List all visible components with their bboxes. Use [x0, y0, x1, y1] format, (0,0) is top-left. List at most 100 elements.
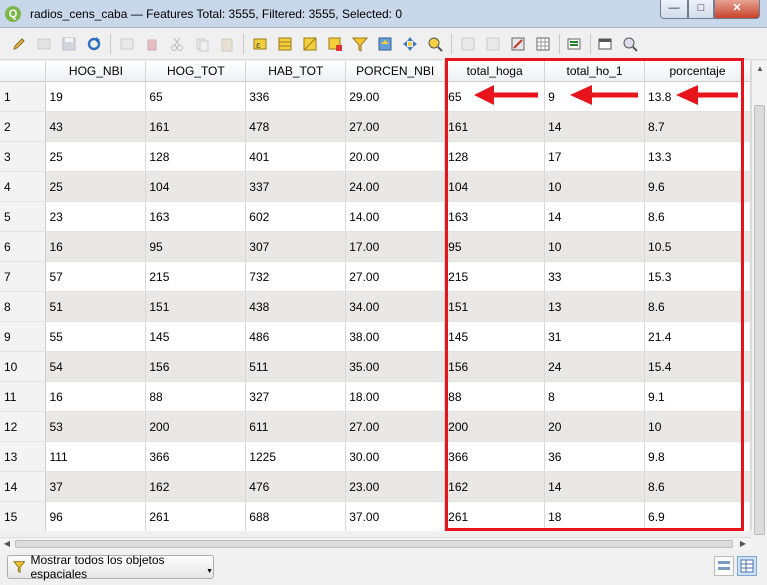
column-header[interactable]: HOG_TOT	[145, 61, 247, 82]
table-cell[interactable]: 145	[145, 321, 247, 352]
table-cell[interactable]: 17.00	[345, 231, 446, 262]
invert-selection-icon[interactable]	[301, 35, 319, 53]
table-cell[interactable]: 55	[45, 321, 147, 352]
table-cell[interactable]: 8.6	[644, 291, 751, 322]
table-row[interactable]: 11 16 88 327 18.00 88 8 9.1	[0, 381, 751, 412]
row-number[interactable]: 11	[0, 381, 47, 412]
conditional-formatting-icon[interactable]	[534, 35, 552, 53]
table-cell[interactable]: 27.00	[345, 411, 446, 442]
field-calculator-icon[interactable]	[509, 35, 527, 53]
table-cell[interactable]: 8	[544, 381, 646, 412]
deselect-icon[interactable]	[326, 35, 344, 53]
table-cell[interactable]: 19	[45, 81, 147, 112]
table-cell[interactable]: 95	[444, 231, 546, 262]
table-cell[interactable]: 161	[444, 111, 546, 142]
table-cell[interactable]: 151	[145, 291, 247, 322]
table-cell[interactable]: 161	[145, 111, 247, 142]
delete-icon[interactable]	[143, 35, 161, 53]
table-cell[interactable]: 111	[45, 441, 147, 472]
reload-icon[interactable]	[85, 35, 103, 53]
table-cell[interactable]: 96	[45, 501, 147, 531]
table-row[interactable]: 8 51 151 438 34.00 151 13 8.6	[0, 291, 751, 322]
table-cell[interactable]: 16	[45, 231, 147, 262]
table-cell[interactable]: 25	[45, 141, 147, 172]
table-cell[interactable]: 88	[444, 381, 546, 412]
table-cell[interactable]: 602	[245, 201, 347, 232]
table-cell[interactable]: 366	[145, 441, 247, 472]
row-number[interactable]: 8	[0, 291, 47, 322]
table-cell[interactable]: 23	[45, 201, 147, 232]
delete-field-icon[interactable]	[484, 35, 502, 53]
table-cell[interactable]: 15.4	[644, 351, 751, 382]
row-number[interactable]: 15	[0, 501, 47, 531]
row-number[interactable]: 9	[0, 321, 47, 352]
scroll-right-arrow-icon[interactable]: ▶	[736, 538, 750, 550]
form-view-icon[interactable]	[714, 556, 734, 576]
table-cell[interactable]: 18	[544, 501, 646, 531]
table-row[interactable]: 2 43 161 478 27.00 161 14 8.7	[0, 111, 751, 142]
table-row[interactable]: 6 16 95 307 17.00 95 10 10.5	[0, 231, 751, 262]
table-cell[interactable]: 336	[245, 81, 347, 112]
zoom-to-selected-icon[interactable]	[426, 35, 444, 53]
table-cell[interactable]: 128	[145, 141, 247, 172]
row-number[interactable]: 3	[0, 141, 47, 172]
add-feature-icon[interactable]	[118, 35, 136, 53]
table-cell[interactable]: 732	[245, 261, 347, 292]
table-cell[interactable]: 13.8	[644, 81, 751, 112]
new-field-icon[interactable]	[459, 35, 477, 53]
table-cell[interactable]: 14	[544, 111, 646, 142]
row-number[interactable]: 10	[0, 351, 47, 382]
table-cell[interactable]: 36	[544, 441, 646, 472]
attribute-table-grid[interactable]: HOG_NBI HOG_TOT HAB_TOT PORCEN_NBI total…	[0, 61, 751, 531]
show-features-filter-button[interactable]: Mostrar todos los objetos espaciales ▼	[7, 553, 214, 581]
table-cell[interactable]: 9.8	[644, 441, 751, 472]
pencil-icon[interactable]	[10, 35, 28, 53]
table-cell[interactable]: 14.00	[345, 201, 446, 232]
organize-columns-icon[interactable]	[621, 35, 639, 53]
table-cell[interactable]: 8.6	[644, 201, 751, 232]
table-cell[interactable]: 162	[145, 471, 247, 502]
table-cell[interactable]: 1225	[245, 441, 347, 472]
table-cell[interactable]: 27.00	[345, 111, 446, 142]
table-cell[interactable]: 8.6	[644, 471, 751, 502]
table-cell[interactable]: 9	[544, 81, 646, 112]
table-cell[interactable]: 23.00	[345, 471, 446, 502]
table-cell[interactable]: 511	[245, 351, 347, 382]
table-cell[interactable]: 43	[45, 111, 147, 142]
table-cell[interactable]: 88	[145, 381, 247, 412]
expression-select-icon[interactable]: ε	[251, 35, 269, 53]
table-cell[interactable]: 21.4	[644, 321, 751, 352]
table-cell[interactable]: 151	[444, 291, 546, 322]
save-icon[interactable]	[60, 35, 78, 53]
table-cell[interactable]: 53	[45, 411, 147, 442]
table-cell[interactable]: 478	[245, 111, 347, 142]
table-cell[interactable]: 104	[145, 171, 247, 202]
row-number[interactable]: 14	[0, 471, 47, 502]
table-cell[interactable]: 156	[444, 351, 546, 382]
table-cell[interactable]: 35.00	[345, 351, 446, 382]
dock-icon[interactable]	[596, 35, 614, 53]
table-cell[interactable]: 200	[444, 411, 546, 442]
table-cell[interactable]: 337	[245, 171, 347, 202]
table-row[interactable]: 13 111 366 1225 30.00 366 36 9.8	[0, 441, 751, 472]
table-cell[interactable]: 37	[45, 471, 147, 502]
scroll-left-arrow-icon[interactable]: ◀	[0, 538, 14, 550]
table-row[interactable]: 7 57 215 732 27.00 215 33 15.3	[0, 261, 751, 292]
table-cell[interactable]: 38.00	[345, 321, 446, 352]
row-number[interactable]: 6	[0, 231, 47, 262]
table-row[interactable]: 4 25 104 337 24.00 104 10 9.6	[0, 171, 751, 202]
table-row[interactable]: 15 96 261 688 37.00 261 18 6.9	[0, 501, 751, 531]
row-number[interactable]: 2	[0, 111, 47, 142]
table-cell[interactable]: 200	[145, 411, 247, 442]
table-cell[interactable]: 25	[45, 171, 147, 202]
table-cell[interactable]: 476	[245, 471, 347, 502]
table-cell[interactable]: 34.00	[345, 291, 446, 322]
table-cell[interactable]: 10	[544, 171, 646, 202]
table-cell[interactable]: 104	[444, 171, 546, 202]
move-to-top-icon[interactable]	[376, 35, 394, 53]
table-cell[interactable]: 486	[245, 321, 347, 352]
table-cell[interactable]: 65	[444, 81, 546, 112]
table-cell[interactable]: 688	[245, 501, 347, 531]
table-row[interactable]: 5 23 163 602 14.00 163 14 8.6	[0, 201, 751, 232]
table-cell[interactable]: 18.00	[345, 381, 446, 412]
